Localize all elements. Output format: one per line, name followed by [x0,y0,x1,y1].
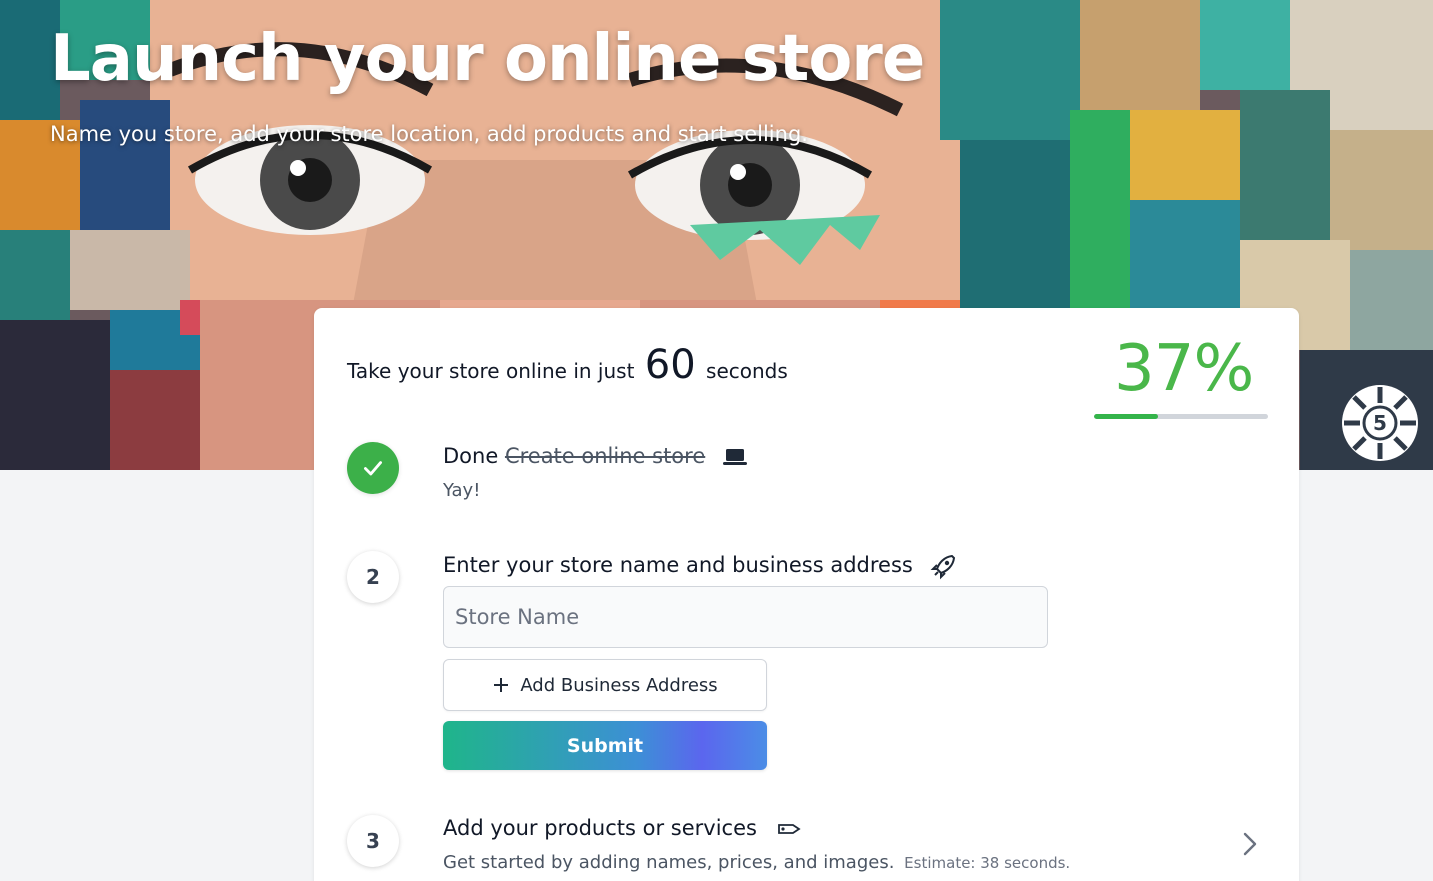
step-1-status: Done [443,444,499,468]
step-2-number: 2 [347,551,399,603]
headline-number: 60 [644,342,696,388]
onboarding-card: Take your store online in just 60 second… [314,308,1299,881]
progress-percentage: 37% [1114,332,1254,406]
submit-button[interactable]: Submit [443,721,767,770]
headline-prefix: Take your store online in just [347,359,635,383]
plus-icon [494,678,509,692]
laptop-icon [722,449,747,465]
step-3-subtitle-text: Get started by adding names, prices, and… [443,852,895,873]
add-business-address-button[interactable]: Add Business Address [443,659,767,711]
progress-bar [1094,414,1268,419]
step-3-subtitle: Get started by adding names, prices, and… [443,852,1070,873]
headline-suffix: seconds [706,359,788,383]
step-3-estimate: Estimate: 38 seconds. [904,854,1071,872]
step-3-number: 3 [347,815,399,867]
step-1-title-text: Create online store [504,444,706,468]
rocket-icon [930,554,955,580]
tag-icon [777,824,801,834]
checkmark-icon [364,461,382,476]
progress-bar-fill [1094,414,1159,419]
add-business-address-label: Add Business Address [520,674,718,696]
step-2-title-text: Enter your store name and business addre… [443,553,913,577]
hero-title: Launch your online store [50,22,925,96]
step-1-subtitle: Yay! [443,480,481,501]
svg-text:5: 5 [1373,411,1387,435]
store-name-input[interactable] [443,586,1048,648]
sunburst-logo-icon: 5 [1342,385,1418,461]
card-headline: Take your store online in just 60 second… [347,342,788,388]
step-3-title-text: Add your products or services [443,816,757,840]
step-3-title[interactable]: Add your products or services [443,816,802,840]
step-2-title: Enter your store name and business addre… [443,552,958,580]
step-1-done-indicator [347,442,399,494]
step-1-title: Done Create online store [443,444,748,468]
chevron-right-icon[interactable] [1238,830,1262,858]
hero-subtitle: Name you store, add your store location,… [50,122,808,146]
